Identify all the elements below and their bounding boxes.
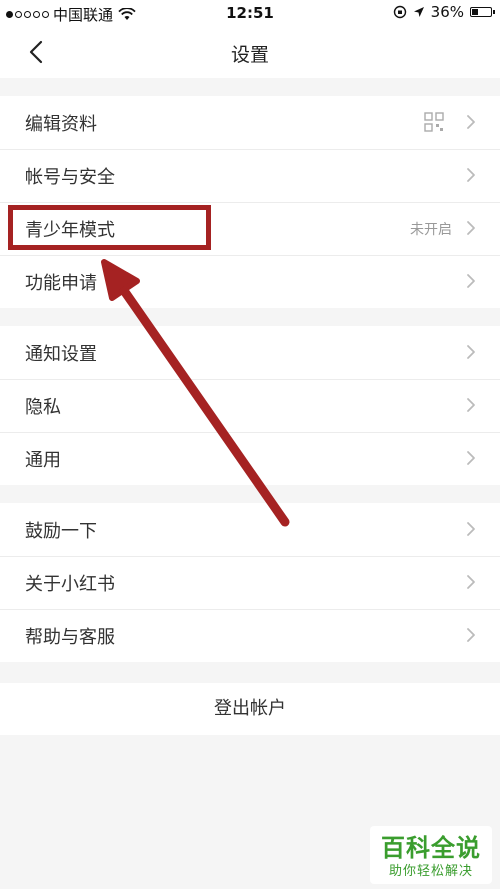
watermark-subtitle: 助你轻松解决 bbox=[388, 864, 473, 879]
watermark-logo: 百科全说 助你轻松解决 bbox=[370, 826, 492, 884]
annotation-arrow bbox=[101, 259, 290, 527]
watermark-title: 百科全说 bbox=[381, 834, 481, 862]
